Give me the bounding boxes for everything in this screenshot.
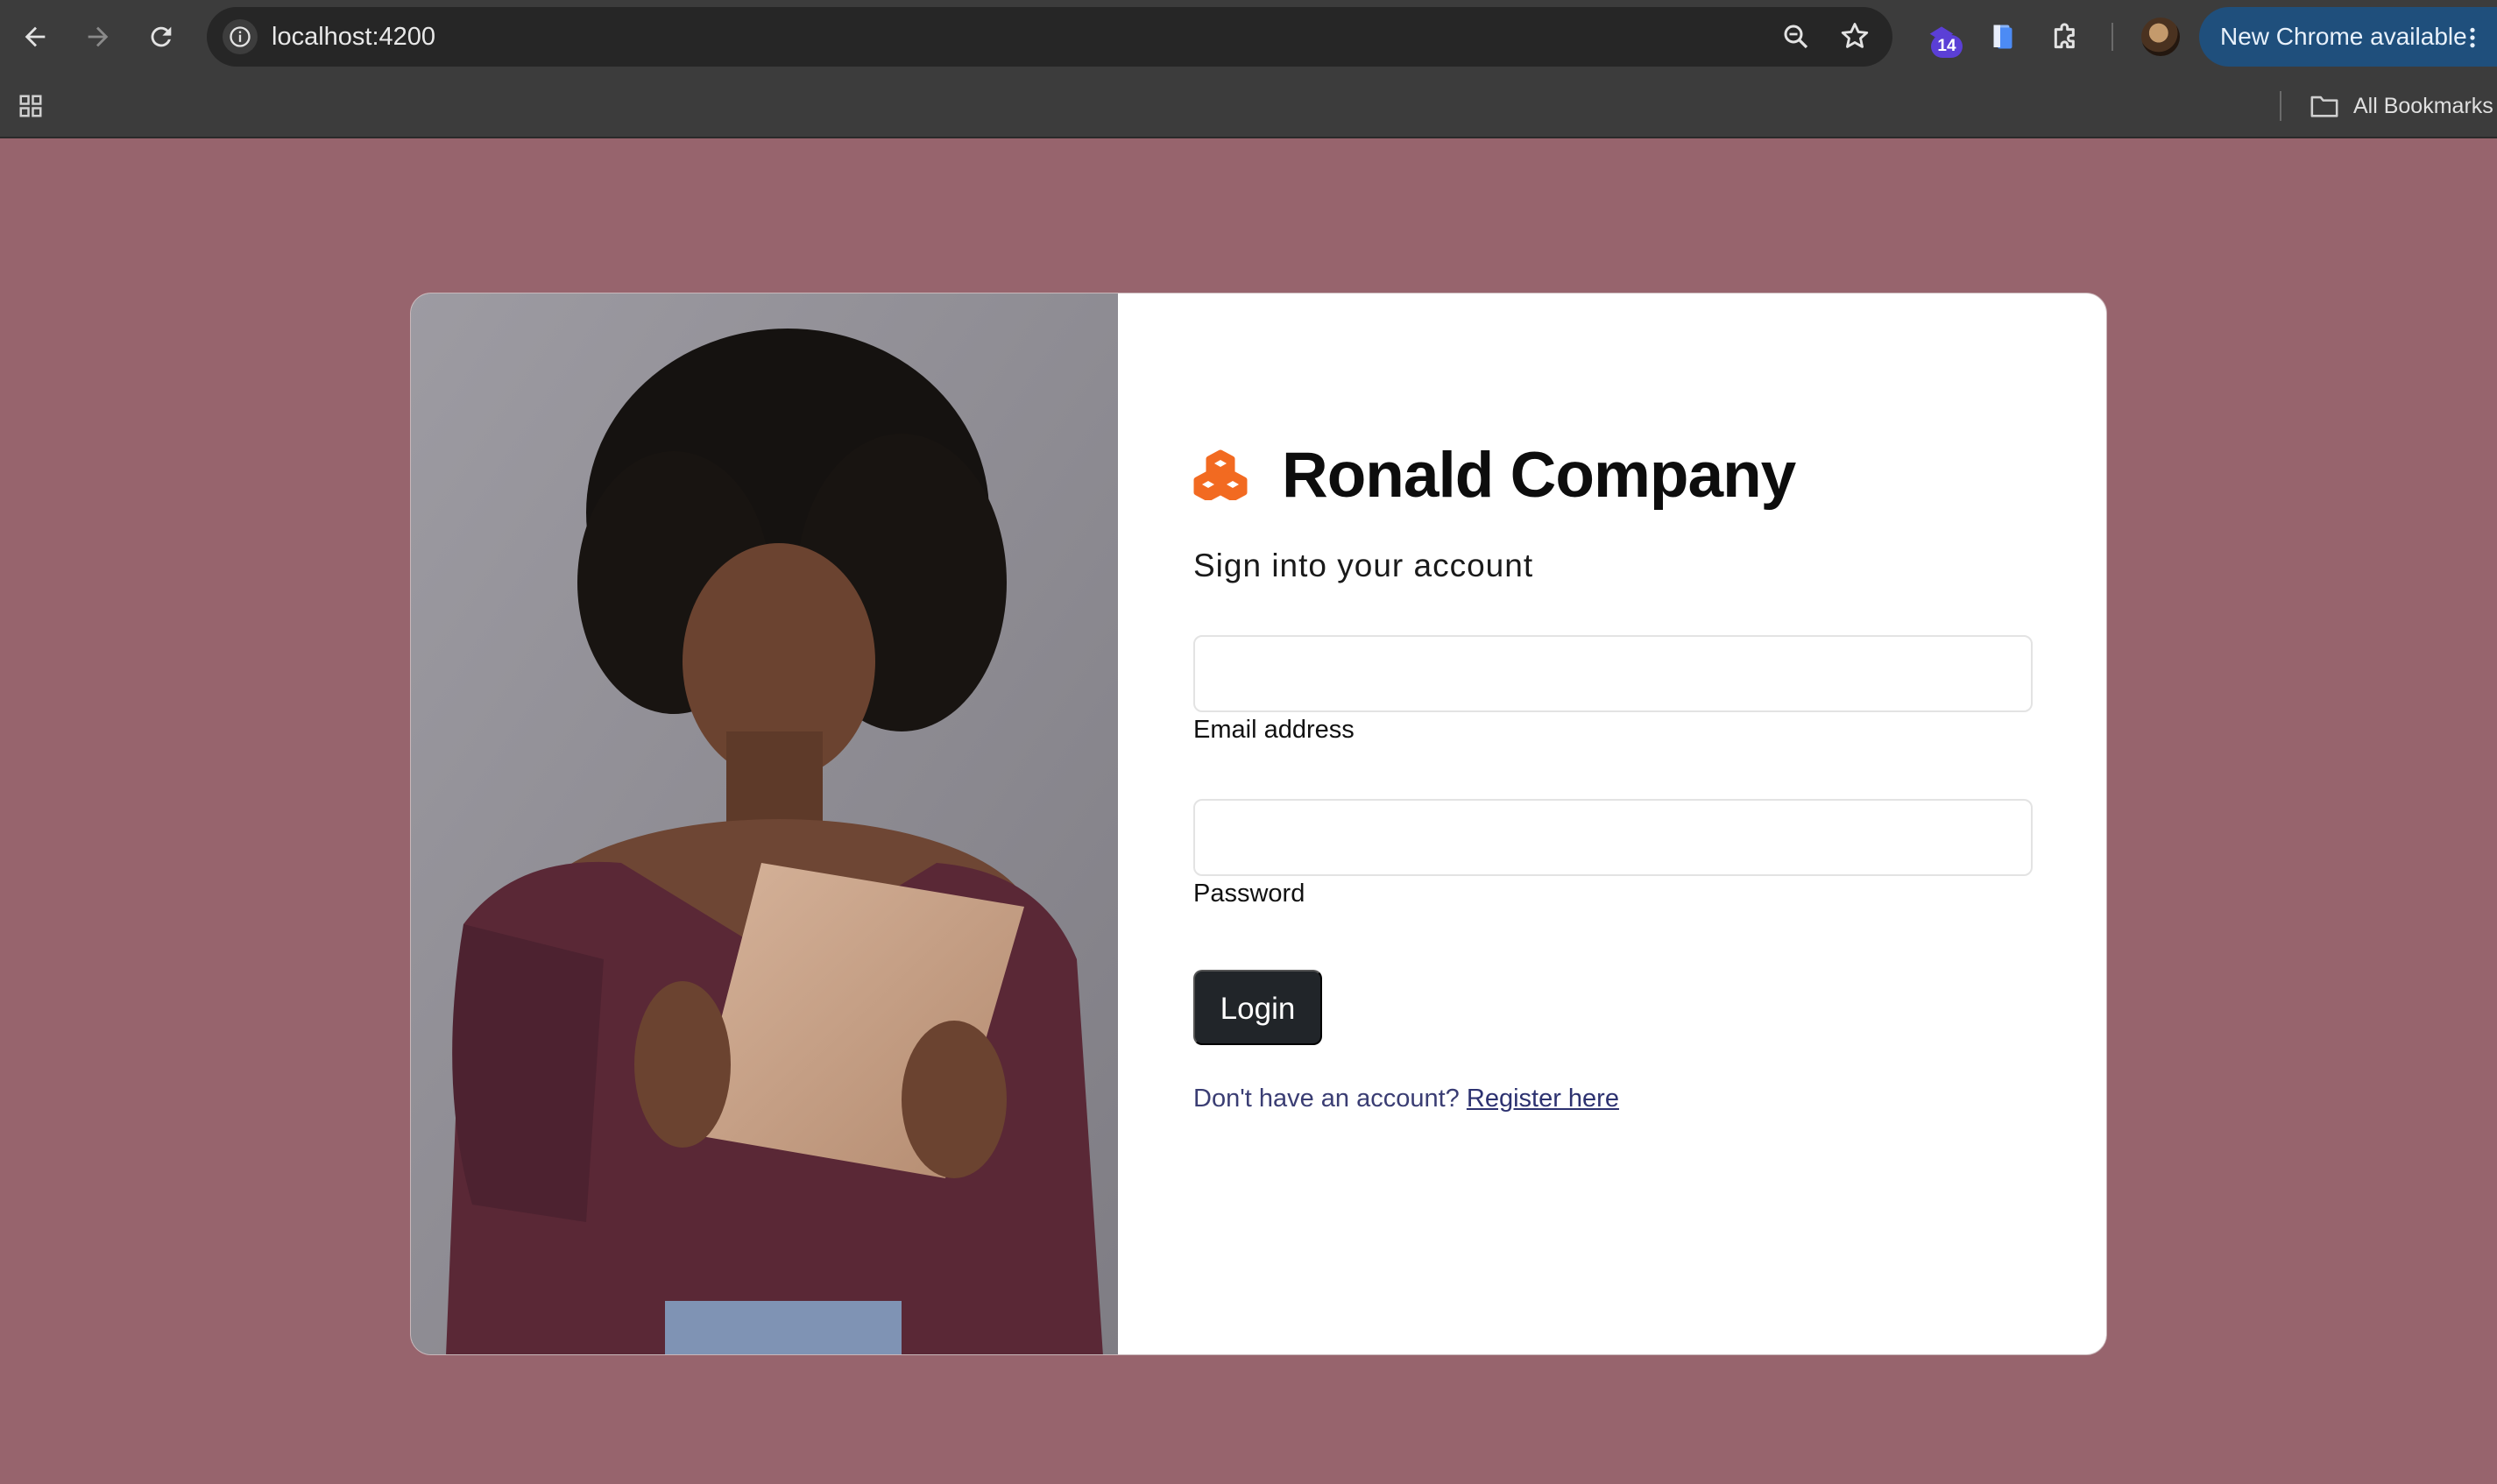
bookmark-star-icon[interactable] xyxy=(1838,19,1871,57)
apps-grid-icon[interactable] xyxy=(18,93,44,124)
login-button[interactable]: Login xyxy=(1193,970,1322,1045)
reload-icon[interactable] xyxy=(144,19,179,54)
email-field[interactable] xyxy=(1193,635,2033,712)
password-field[interactable] xyxy=(1193,799,2033,876)
forward-arrow-icon[interactable] xyxy=(81,19,116,54)
email-label: Email address xyxy=(1193,716,1355,744)
hero-photo xyxy=(411,293,1118,1354)
back-arrow-icon[interactable] xyxy=(18,19,53,54)
password-label: Password xyxy=(1193,880,1305,908)
profile-avatar[interactable] xyxy=(2141,18,2180,56)
address-bar[interactable]: localhost:4200 xyxy=(207,7,1892,67)
browser-toolbar: localhost:4200 14 New Chrome available xyxy=(0,0,2497,74)
signin-subtitle: Sign into your account xyxy=(1193,548,1534,583)
bookmarks-separator xyxy=(2280,91,2281,121)
update-chrome-label: New Chrome available xyxy=(2220,23,2467,50)
folder-icon[interactable] xyxy=(2310,93,2339,124)
cubes-icon xyxy=(1193,449,1248,502)
toolbar-separator xyxy=(2111,23,2113,51)
extension-badge: 14 xyxy=(1931,35,1963,58)
bookmarks-bar xyxy=(0,74,2497,138)
zoom-icon[interactable] xyxy=(1780,21,1812,57)
site-info-icon[interactable] xyxy=(223,19,258,54)
register-prompt-text: Don't have an account? xyxy=(1193,1085,1460,1113)
register-link[interactable]: Register here xyxy=(1467,1085,1619,1113)
docs-extension-icon[interactable] xyxy=(1982,16,2024,58)
login-card: Ronald Company Sign into your account Em… xyxy=(410,293,2107,1355)
brand-name: Ronald Company xyxy=(1282,440,1796,511)
puzzle-icon[interactable] xyxy=(2045,16,2087,58)
update-chrome-button[interactable]: New Chrome available xyxy=(2199,7,2497,67)
all-bookmarks-label[interactable]: All Bookmarks xyxy=(2353,91,2493,121)
more-vert-icon[interactable] xyxy=(2467,26,2478,53)
url-text[interactable]: localhost:4200 xyxy=(272,7,435,67)
register-prompt: Don't have an account? Register here xyxy=(1193,1085,1619,1113)
